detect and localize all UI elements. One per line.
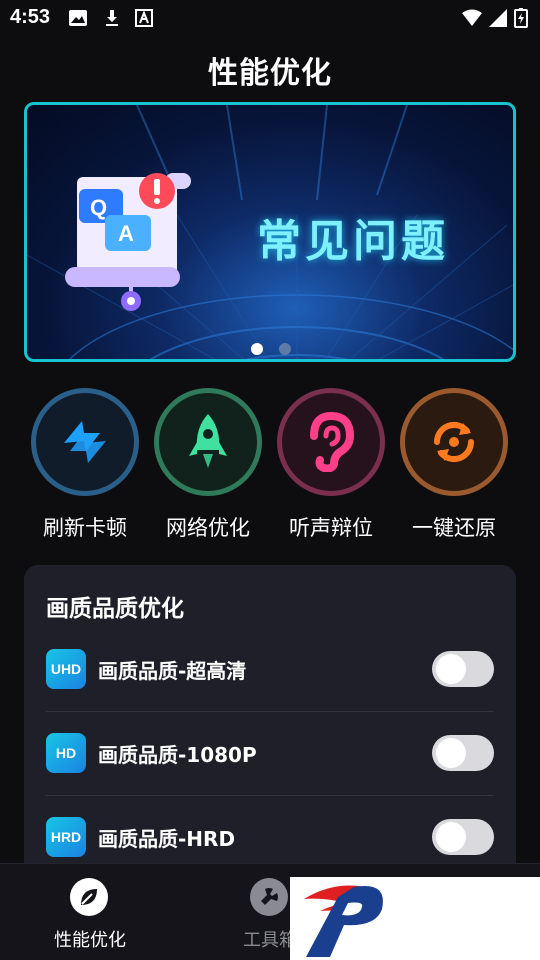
feature-restore-label: 一键还原 [412,516,496,540]
feature-network-label: 网络优化 [166,516,250,540]
status-time: 4:53 [10,6,51,28]
feature-refresh-label: 刷新卡顿 [43,516,127,540]
refresh-icon [31,388,139,496]
hd-toggle[interactable] [432,735,494,771]
status-bar: 4:53 [0,0,540,36]
uhd-badge-icon: UHD [46,649,86,689]
leaf-icon [70,878,108,916]
restore-icon [400,388,508,496]
option-label: 画质品质-1080P [98,743,257,767]
feature-restore[interactable]: 一键还原 [400,388,510,548]
nav-item-performance[interactable]: 性能优化 [20,864,160,960]
feature-network[interactable]: 网络优化 [154,388,264,548]
download-icon [106,10,118,26]
rocket-icon [154,388,262,496]
qa-scroll-icon: Q A [65,173,191,311]
page-title: 性能优化 [208,56,332,91]
option-label: 画质品质-超高清 [98,659,247,683]
brand-logo [290,877,540,960]
carousel-dot[interactable] [279,343,291,355]
signal-icon [489,9,507,27]
toggle-knob [436,654,466,684]
quality-option-uhd: UHD 画质品质-超高清 [46,649,494,733]
qa-a-letter: A [118,221,134,246]
divider [46,711,494,712]
wifi-icon [462,9,482,26]
quality-option-hd: HD 画质品质-1080P [46,733,494,817]
wrench-icon [250,878,288,916]
toggle-knob [436,822,466,852]
battery-icon [514,8,528,28]
feature-sound-label: 听声辩位 [289,516,373,540]
card-title: 画质品质优化 [46,596,184,622]
carousel-dot-active[interactable] [251,343,263,355]
image-icon [69,10,87,26]
uhd-toggle[interactable] [432,651,494,687]
option-label: 画质品质-HRD [98,827,236,851]
hrd-toggle[interactable] [432,819,494,855]
font-icon [135,9,153,27]
feature-sound[interactable]: 听声辩位 [277,388,387,548]
nav-label: 性能优化 [54,930,126,951]
divider [46,795,494,796]
qa-q-letter: Q [90,195,107,220]
hrd-badge-icon: HRD [46,817,86,857]
feature-refresh[interactable]: 刷新卡顿 [31,388,141,548]
banner-carousel[interactable]: Q A 常见问题 [24,102,516,362]
hd-badge-icon: HD [46,733,86,773]
banner-title: 常见问题 [257,216,449,267]
ear-icon [277,388,385,496]
toggle-knob [436,738,466,768]
